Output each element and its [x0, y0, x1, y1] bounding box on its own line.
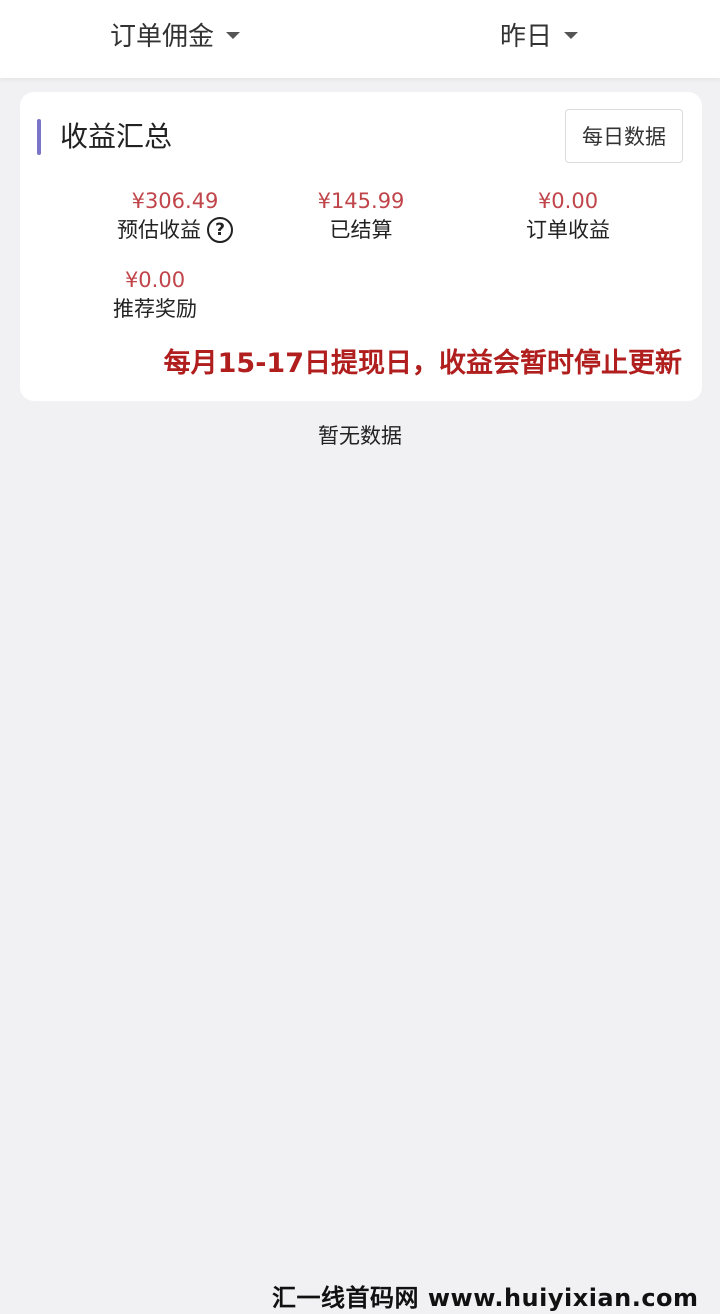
- date-range-label: 昨日: [500, 21, 553, 52]
- stat-estimated-earnings: ¥306.49 预估收益 ?: [75, 187, 275, 245]
- question-mark-icon[interactable]: ?: [207, 217, 233, 243]
- stat-settled: ¥145.99 已结算: [261, 187, 461, 245]
- stat-label: 推荐奖励: [113, 297, 197, 321]
- daily-data-button[interactable]: 每日数据: [565, 109, 683, 163]
- stat-amount: ¥0.00: [124, 268, 186, 292]
- caret-down-icon: [226, 31, 241, 39]
- stat-label: 订单收益: [526, 218, 610, 242]
- commission-type-label: 订单佣金: [110, 21, 215, 52]
- stat-referral-reward: ¥0.00 推荐奖励: [55, 266, 255, 324]
- earnings-summary-card: 收益汇总 每日数据 ¥306.49 预估收益 ? ¥145.99 已结算 ¥0.…: [20, 92, 702, 401]
- stat-amount: ¥306.49: [131, 189, 219, 213]
- filter-bar: 订单佣金 昨日: [0, 0, 720, 78]
- empty-state-text: 暂无数据: [318, 424, 402, 448]
- date-range-dropdown[interactable]: 昨日: [500, 14, 579, 54]
- stat-amount: ¥0.00: [537, 189, 599, 213]
- stat-order-earnings: ¥0.00 订单收益: [468, 187, 668, 245]
- watermark: 汇一线首码网 www.huiyixian.com: [272, 1284, 699, 1312]
- title-accent-bar: [37, 119, 41, 155]
- stat-label-text: 预估收益: [117, 218, 201, 242]
- stat-label: 已结算: [329, 218, 393, 242]
- stat-amount: ¥145.99: [317, 189, 405, 213]
- card-title: 收益汇总: [60, 120, 173, 153]
- stat-label: 预估收益 ?: [117, 215, 233, 245]
- withdrawal-notice: 每月15-17日提现日，收益会暂时停止更新: [163, 348, 682, 379]
- commission-type-dropdown[interactable]: 订单佣金: [110, 14, 241, 54]
- caret-down-icon: [564, 31, 579, 39]
